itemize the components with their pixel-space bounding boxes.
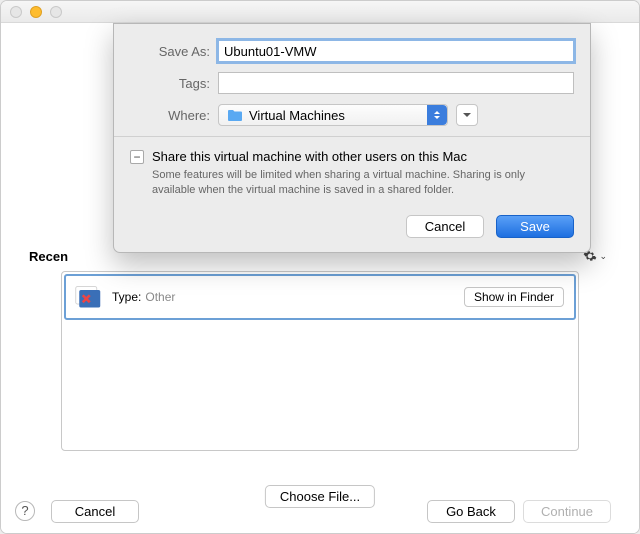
window: Recen ⌄ Type:Other Show in Finde [0, 0, 640, 534]
cancel-button[interactable]: Cancel [406, 215, 484, 238]
go-back-button[interactable]: Go Back [427, 500, 515, 523]
where-label: Where: [130, 108, 218, 123]
save-as-input[interactable] [218, 40, 574, 62]
maximize-window-button[interactable] [50, 6, 62, 18]
where-value: Virtual Machines [249, 108, 345, 123]
vmware-icon [74, 283, 102, 311]
close-window-button[interactable] [10, 6, 22, 18]
select-arrows-icon [427, 105, 447, 125]
type-label: Type:Other [112, 290, 175, 304]
minimize-window-button[interactable] [30, 6, 42, 18]
show-in-finder-button[interactable]: Show in Finder [464, 287, 564, 307]
save-sheet: Save As: Tags: Where: Virtual Machines [113, 23, 591, 253]
share-description: Some features will be limited when shari… [152, 168, 574, 199]
tags-label: Tags: [130, 76, 218, 91]
wizard-cancel-button[interactable]: Cancel [51, 500, 139, 523]
save-button[interactable]: Save [496, 215, 574, 238]
choose-file-button[interactable]: Choose File... [265, 485, 375, 508]
folder-icon [227, 108, 243, 122]
recent-items-heading: Recen [29, 249, 68, 264]
continue-button: Continue [523, 500, 611, 523]
chevron-down-icon: ⌄ [599, 251, 607, 262]
save-as-label: Save As: [130, 44, 218, 59]
help-button[interactable]: ? [15, 501, 35, 521]
list-item[interactable]: Type:Other Show in Finder [64, 274, 576, 320]
share-title: Share this virtual machine with other us… [152, 149, 574, 164]
tags-input[interactable] [218, 72, 574, 94]
expand-browser-button[interactable] [456, 104, 478, 126]
share-checkbox[interactable]: − [130, 150, 144, 164]
recent-items-list: Type:Other Show in Finder [61, 271, 579, 451]
where-select[interactable]: Virtual Machines [218, 104, 448, 126]
divider [114, 136, 590, 137]
titlebar [1, 1, 639, 23]
